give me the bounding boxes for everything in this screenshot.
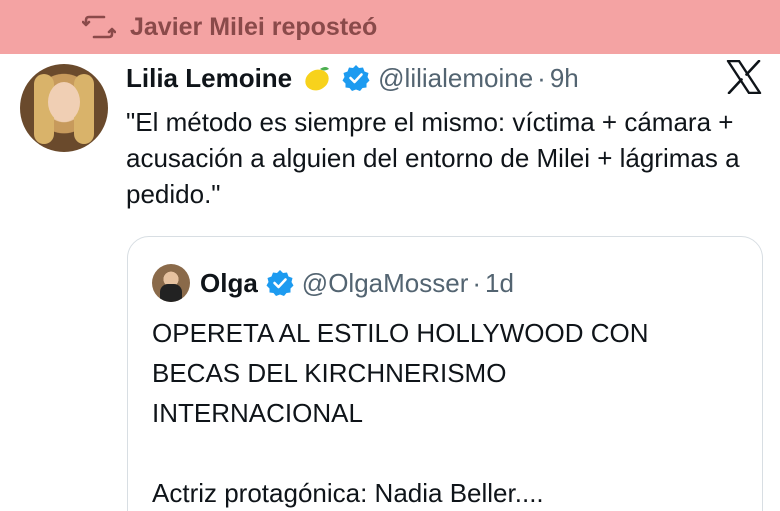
quoted-tweet-header: Olga @OlgaMosser · 1d bbox=[152, 263, 514, 303]
quoted-tweet-card[interactable]: Olga @OlgaMosser · 1d OPERETA AL ESTILO … bbox=[127, 236, 763, 511]
quoted-author-handle[interactable]: @OlgaMosser bbox=[302, 268, 469, 299]
avatar-face bbox=[48, 82, 80, 122]
quoted-text-line: OPERETA AL ESTILO HOLLYWOOD CON bbox=[152, 318, 649, 348]
quoted-author-display-name[interactable]: Olga bbox=[200, 268, 258, 299]
verified-badge-icon bbox=[266, 270, 294, 296]
repost-banner[interactable]: Javier Milei reposteó bbox=[0, 0, 780, 54]
tweet-timestamp[interactable]: 9h bbox=[550, 63, 579, 94]
verified-badge-icon bbox=[342, 65, 370, 91]
tweet-header: Lilia Lemoine @lilialemoine · 9h bbox=[126, 58, 579, 98]
repost-label[interactable]: Javier Milei reposteó bbox=[130, 13, 377, 42]
repost-icon bbox=[82, 15, 116, 39]
author-display-name[interactable]: Lilia Lemoine bbox=[126, 63, 292, 94]
quoted-avatar-body bbox=[160, 284, 182, 302]
quoted-text-line: BECAS DEL KIRCHNERISMO bbox=[152, 358, 507, 388]
quoted-tweet-body: OPERETA AL ESTILO HOLLYWOOD CON BECAS DE… bbox=[152, 313, 752, 511]
lemon-emoji-icon bbox=[305, 67, 330, 91]
quoted-text-line: INTERNACIONAL bbox=[152, 398, 363, 428]
quoted-tweet-timestamp[interactable]: 1d bbox=[485, 268, 514, 299]
quoted-text-last-line: Actriz protagónica: Nadia Beller.... bbox=[152, 478, 544, 508]
separator-dot: · bbox=[472, 267, 482, 298]
author-handle[interactable]: @lilialemoine bbox=[378, 63, 533, 94]
tweet-body-text: "El método es siempre el mismo: víctima … bbox=[126, 107, 740, 209]
x-logo-icon[interactable] bbox=[726, 60, 762, 94]
author-avatar[interactable] bbox=[20, 64, 108, 152]
quoted-author-avatar[interactable] bbox=[152, 264, 190, 302]
separator-dot: · bbox=[537, 62, 546, 93]
